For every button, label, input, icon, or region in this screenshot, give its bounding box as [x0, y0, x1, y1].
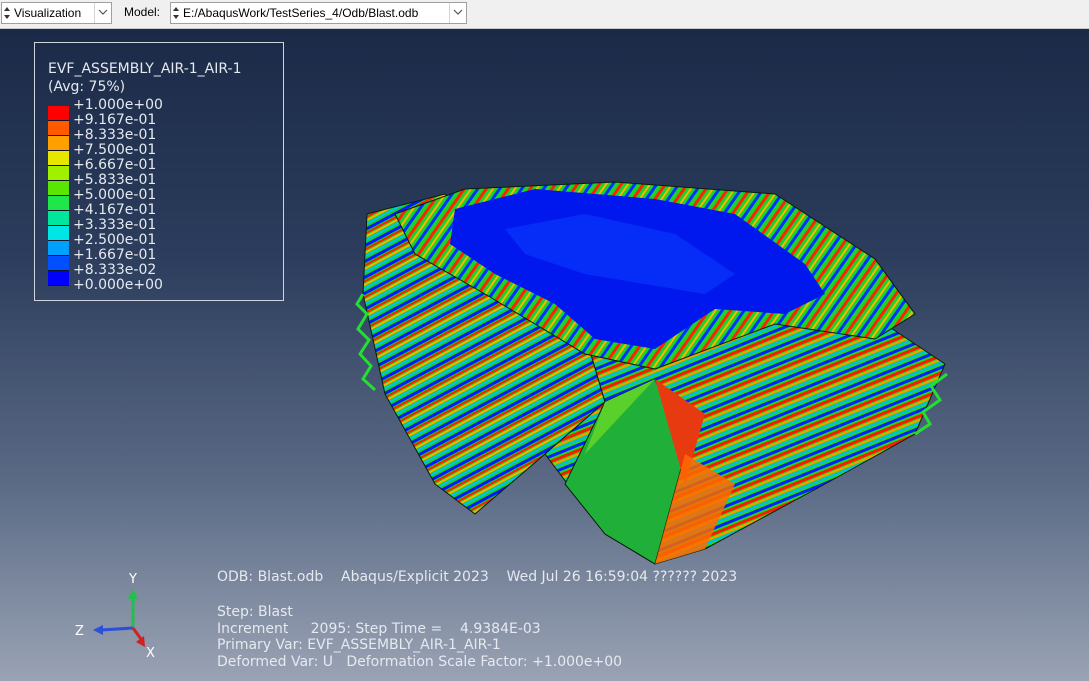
- legend-level-label: +8.333e-02: [73, 262, 157, 278]
- legend-subtitle: (Avg: 75%): [48, 79, 126, 95]
- increment-line: Increment 2095: Step Time = 4.9384E-03: [217, 621, 541, 637]
- z-axis-label: Z: [75, 624, 84, 639]
- legend-level-label: +0.000e+00: [73, 277, 163, 293]
- primary-var-line: Primary Var: EVF_ASSEMBLY_AIR-1_AIR-1: [217, 637, 501, 653]
- legend-color-segment: [48, 181, 69, 196]
- model-path-value: E:/AbaqusWork/TestSeries_4/Odb/Blast.odb: [183, 6, 419, 20]
- legend-level-label: +3.333e-01: [73, 217, 157, 233]
- legend-labels: +1.000e+00 +9.167e-01 +8.333e-01 +7.500e-01…: [73, 98, 163, 293]
- chevron-down-icon: [98, 9, 108, 15]
- legend-color-segment: [48, 226, 69, 241]
- model-dropdown-button[interactable]: [449, 3, 466, 23]
- y-axis-label: Y: [129, 572, 137, 587]
- deformed-var-line: Deformed Var: U Deformation Scale Factor…: [217, 654, 623, 670]
- legend-color-segment: [48, 271, 69, 286]
- context-toolbar: Visualization Model: E:/AbaqusWork/TestS…: [0, 0, 1089, 29]
- legend-level-label: +1.000e+00: [73, 97, 163, 113]
- module-dropdown-button[interactable]: [94, 3, 111, 23]
- legend-color-segment: [48, 151, 69, 166]
- legend-color-segment: [48, 211, 69, 226]
- legend-level-label: +5.833e-01: [73, 172, 157, 188]
- module-selector[interactable]: Visualization: [1, 2, 112, 24]
- legend-color-segment: [48, 136, 69, 151]
- legend-level-label: +6.667e-01: [73, 157, 157, 173]
- legend-color-segment: [48, 256, 69, 271]
- legend-color-segment: [48, 106, 69, 121]
- step-line: Step: Blast: [217, 604, 293, 620]
- contour-legend: EVF_ASSEMBLY_AIR-1_AIR-1 (Avg: 75%) +1.0…: [34, 42, 284, 301]
- legend-color-segment: [48, 121, 69, 136]
- legend-level-label: +8.333e-01: [73, 127, 157, 143]
- model-label: Model:: [124, 5, 161, 19]
- deformed-model-render[interactable]: [355, 154, 955, 574]
- odb-info-line: ODB: Blast.odb Abaqus/Explicit 2023 Wed …: [217, 569, 738, 585]
- legend-color-segment: [48, 196, 69, 211]
- legend-level-label: +5.000e-01: [73, 187, 157, 203]
- module-value: Visualization: [14, 6, 82, 20]
- legend-level-label: +1.667e-01: [73, 247, 157, 263]
- spin-arrows-icon[interactable]: [172, 6, 180, 20]
- legend-level-label: +9.167e-01: [73, 112, 157, 128]
- legend-color-segment: [48, 166, 69, 181]
- view-triad: Y Z X: [75, 569, 165, 664]
- legend-level-label: +2.500e-01: [73, 232, 157, 248]
- spin-arrows-icon[interactable]: [3, 6, 11, 20]
- legend-color-segment: [48, 241, 69, 256]
- legend-level-label: +7.500e-01: [73, 142, 157, 158]
- model-selector[interactable]: E:/AbaqusWork/TestSeries_4/Odb/Blast.odb: [170, 2, 467, 24]
- graphics-viewport[interactable]: EVF_ASSEMBLY_AIR-1_AIR-1 (Avg: 75%) +1.0…: [0, 29, 1089, 681]
- x-axis-label: X: [146, 646, 155, 661]
- legend-level-label: +4.167e-01: [73, 202, 157, 218]
- legend-title: EVF_ASSEMBLY_AIR-1_AIR-1: [48, 61, 242, 77]
- chevron-down-icon: [453, 9, 463, 15]
- legend-color-bar: [48, 106, 69, 286]
